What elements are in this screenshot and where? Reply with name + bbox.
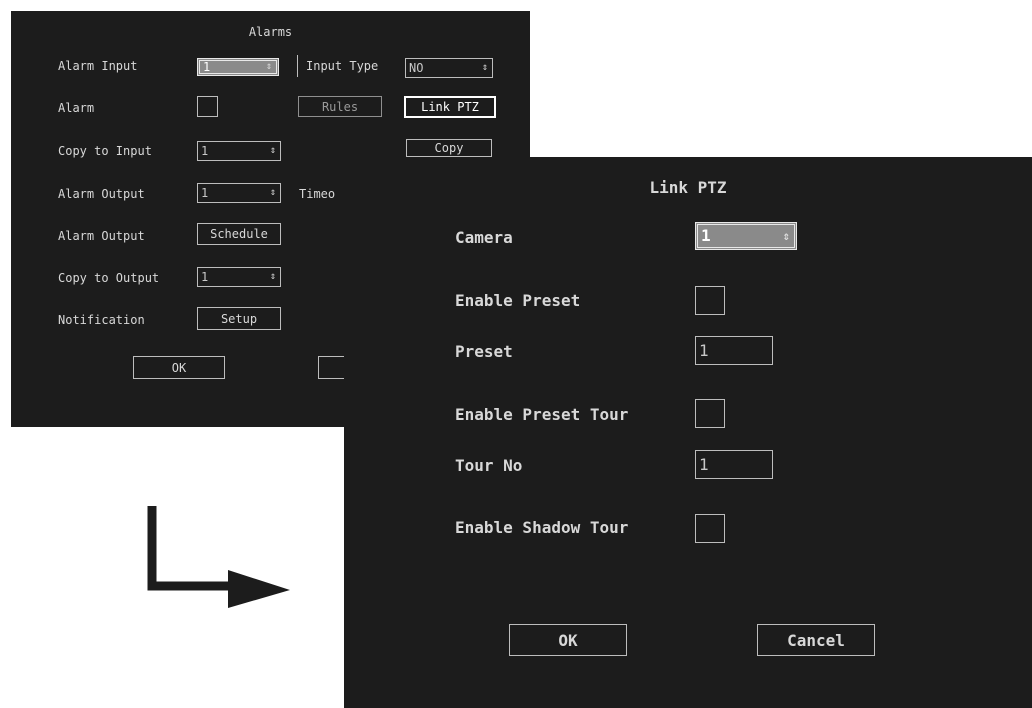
timeout-label: Timeo	[299, 187, 336, 201]
setup-button[interactable]: Setup	[197, 307, 281, 330]
copy-to-output-value: 1	[201, 270, 209, 284]
alarm-output-select[interactable]: 1 ⇕	[197, 183, 281, 203]
enable-shadow-tour-checkbox[interactable]	[695, 514, 725, 543]
up-down-arrows-icon: ⇕	[269, 187, 276, 198]
right-angle-arrow-icon	[147, 506, 290, 608]
schedule-button[interactable]: Schedule	[197, 223, 281, 245]
copy-to-input-value: 1	[201, 144, 209, 158]
camera-label: Camera	[455, 228, 513, 247]
link-ptz-button[interactable]: Link PTZ	[404, 96, 496, 118]
up-down-arrows-icon: ⇕	[269, 145, 276, 156]
alarms-title: Alarms	[248, 25, 293, 39]
ptz-cancel-button[interactable]: Cancel	[757, 624, 875, 656]
input-type-label: Input Type	[306, 59, 379, 73]
up-down-arrows-icon: ⇕	[265, 61, 272, 72]
enable-preset-label: Enable Preset	[455, 291, 581, 310]
alarm-output-schedule-label: Alarm Output	[58, 229, 145, 243]
rules-button[interactable]: Rules	[298, 96, 382, 117]
separator	[297, 55, 298, 77]
copy-to-output-label: Copy to Output	[58, 271, 160, 285]
input-type-select[interactable]: NO ⇕	[405, 58, 493, 78]
notification-label: Notification	[58, 313, 145, 327]
enable-shadow-tour-label: Enable Shadow Tour	[455, 518, 629, 537]
alarm-label: Alarm	[58, 101, 95, 115]
up-down-arrows-icon: ⇕	[782, 229, 790, 243]
copy-to-input-label: Copy to Input	[58, 144, 152, 158]
ok-button[interactable]: OK	[133, 356, 225, 379]
copy-to-input-select[interactable]: 1 ⇕	[197, 141, 281, 161]
alarm-output-label: Alarm Output	[58, 187, 145, 201]
alarm-checkbox[interactable]	[197, 96, 218, 117]
enable-preset-tour-label: Enable Preset Tour	[455, 405, 629, 424]
input-type-value: NO	[409, 61, 424, 75]
enable-preset-tour-checkbox[interactable]	[695, 399, 725, 428]
ptz-ok-button[interactable]: OK	[509, 624, 627, 656]
camera-value: 1	[701, 226, 711, 245]
alarm-input-value: 1	[203, 60, 211, 74]
link-ptz-panel: Link PTZ Camera 1 ⇕ Enable Preset Preset…	[344, 157, 1032, 708]
up-down-arrows-icon: ⇕	[481, 62, 488, 73]
camera-select[interactable]: 1 ⇕	[695, 222, 797, 250]
preset-label: Preset	[455, 342, 513, 361]
link-ptz-title: Link PTZ	[649, 178, 727, 197]
enable-preset-checkbox[interactable]	[695, 286, 725, 315]
copy-to-output-select[interactable]: 1 ⇕	[197, 267, 281, 287]
preset-input[interactable]: 1	[695, 336, 773, 365]
alarm-output-value: 1	[201, 186, 209, 200]
tour-no-input[interactable]: 1	[695, 450, 773, 479]
alarm-input-label: Alarm Input	[58, 59, 138, 73]
tour-no-label: Tour No	[455, 456, 523, 475]
copy-button[interactable]: Copy	[406, 139, 492, 157]
up-down-arrows-icon: ⇕	[269, 271, 276, 282]
alarm-input-select[interactable]: 1 ⇕	[197, 58, 279, 76]
